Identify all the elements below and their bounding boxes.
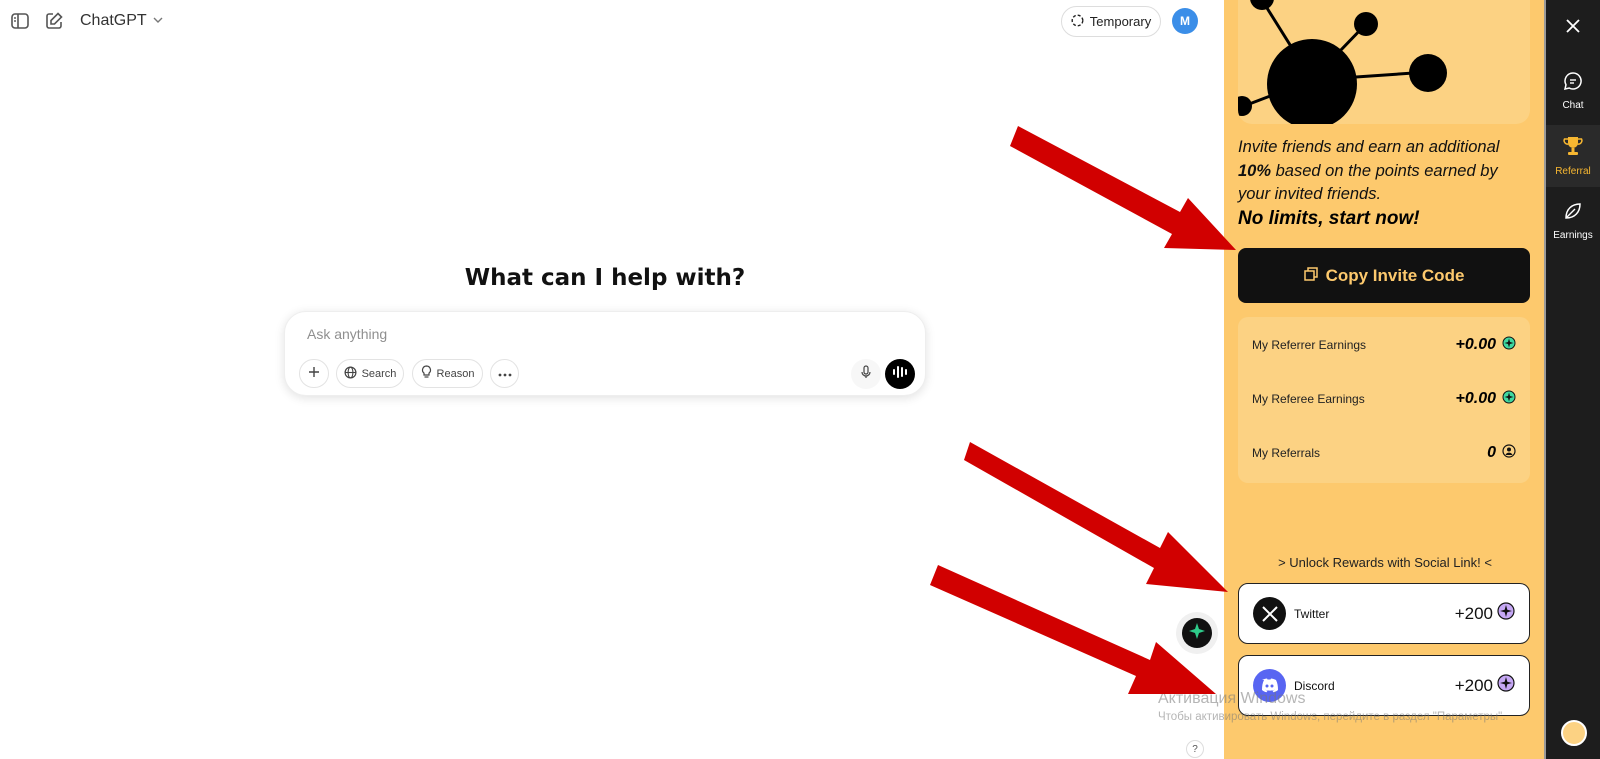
red-arrow-icon xyxy=(930,565,1216,694)
app-root: ChatGPT Temporary M What can I help with… xyxy=(0,0,1600,759)
rail-item-referral[interactable]: Referral xyxy=(1546,125,1600,187)
close-icon[interactable] xyxy=(1561,14,1585,38)
extension-rail: Chat Referral Earnings xyxy=(1546,0,1600,759)
hero-illustration xyxy=(1238,0,1530,124)
trophy-icon xyxy=(1562,135,1584,160)
new-chat-icon[interactable] xyxy=(44,11,64,31)
invite-percent: 10% xyxy=(1238,161,1272,180)
earnings-stats: My Referrer Earnings +0.00 My Referee Ea… xyxy=(1238,317,1530,483)
social-name: Discord xyxy=(1294,678,1335,693)
microphone-button[interactable] xyxy=(851,359,881,389)
attach-button[interactable] xyxy=(299,359,329,388)
copy-invite-code-button[interactable]: Copy Invite Code xyxy=(1238,248,1530,303)
chevron-down-icon xyxy=(153,12,163,30)
stat-label: My Referrer Earnings xyxy=(1252,338,1367,352)
waveform-icon xyxy=(892,365,908,384)
search-label: Search xyxy=(361,367,397,380)
stat-label: My Referrals xyxy=(1252,446,1321,460)
more-tools-button[interactable] xyxy=(490,359,519,388)
twitter-x-icon xyxy=(1253,597,1286,630)
composer: Search Reason xyxy=(284,311,926,396)
rail-item-earnings[interactable]: Earnings xyxy=(1546,190,1600,252)
microphone-icon xyxy=(861,364,871,384)
stat-value: 0 xyxy=(1487,444,1496,461)
ellipsis-icon xyxy=(498,368,512,380)
help-button[interactable]: ? xyxy=(1186,740,1204,758)
voice-mode-button[interactable] xyxy=(885,359,915,389)
referral-panel: Invite friends and earn an additional 10… xyxy=(1224,0,1546,759)
plus-icon xyxy=(308,366,320,381)
globe-icon xyxy=(344,365,357,382)
rail-item-label: Chat xyxy=(1562,100,1584,111)
prompt-input[interactable] xyxy=(307,326,807,342)
stat-referrals: My Referrals 0 xyxy=(1238,438,1530,468)
stat-label: My Referee Earnings xyxy=(1252,392,1365,406)
red-arrow-icon xyxy=(964,442,1228,592)
unlock-rewards-text: > Unlock Rewards with Social Link! < xyxy=(1278,555,1492,570)
lightbulb-icon xyxy=(421,365,432,382)
sidebar-toggle-icon[interactable] xyxy=(10,11,30,31)
temporary-label: Temporary xyxy=(1089,14,1152,29)
model-selector[interactable]: ChatGPT xyxy=(80,12,163,30)
points-icon xyxy=(1502,336,1516,355)
invite-description: Invite friends and earn an additional 10… xyxy=(1238,136,1534,207)
rail-item-chat[interactable]: Chat xyxy=(1546,60,1600,122)
leaf-icon xyxy=(1563,201,1583,224)
windows-activation-title: Активация Windows xyxy=(1158,690,1306,707)
social-name: Twitter xyxy=(1294,606,1330,621)
dashed-circle-icon xyxy=(1071,13,1084,30)
stat-value: +0.00 xyxy=(1455,390,1496,407)
no-limits-heading: No limits, start now! xyxy=(1238,208,1420,229)
stat-value: +0.00 xyxy=(1455,336,1496,353)
points-icon xyxy=(1497,602,1515,625)
stat-referrer-earnings: My Referrer Earnings +0.00 xyxy=(1238,330,1530,360)
rail-item-label: Earnings xyxy=(1553,230,1593,241)
windows-activation-subtitle: Чтобы активировать Windows, перейдите в … xyxy=(1158,711,1506,723)
copy-icon xyxy=(1303,266,1318,286)
points-icon xyxy=(1497,674,1515,697)
top-bar: ChatGPT Temporary M xyxy=(0,0,1224,42)
social-points: +200 xyxy=(1454,603,1493,623)
points-icon xyxy=(1502,390,1516,409)
page-title: What can I help with? xyxy=(464,265,746,291)
temporary-chat-button[interactable]: Temporary xyxy=(1061,6,1161,37)
invite-line-1: Invite friends and earn an additional xyxy=(1238,138,1500,156)
copy-invite-label: Copy Invite Code xyxy=(1325,265,1465,285)
stat-referee-earnings: My Referee Earnings +0.00 xyxy=(1238,384,1530,414)
status-dot[interactable] xyxy=(1561,720,1587,746)
reason-label: Reason xyxy=(436,367,475,380)
extension-launcher-button[interactable] xyxy=(1182,618,1212,648)
search-button[interactable]: Search xyxy=(336,359,404,388)
avatar[interactable]: M xyxy=(1172,8,1198,34)
chat-bubble-icon xyxy=(1563,71,1583,94)
invite-line-2: based on the points earned by your invit… xyxy=(1238,161,1498,204)
red-arrow-icon xyxy=(1010,126,1236,250)
user-circle-icon xyxy=(1502,443,1516,463)
reason-button[interactable]: Reason xyxy=(412,359,483,388)
rail-item-label: Referral xyxy=(1555,166,1591,177)
social-points: +200 xyxy=(1454,675,1493,695)
twitter-link-card[interactable]: Twitter +200 xyxy=(1238,583,1530,644)
model-name: ChatGPT xyxy=(80,12,147,29)
sparkle-icon xyxy=(1188,622,1206,645)
